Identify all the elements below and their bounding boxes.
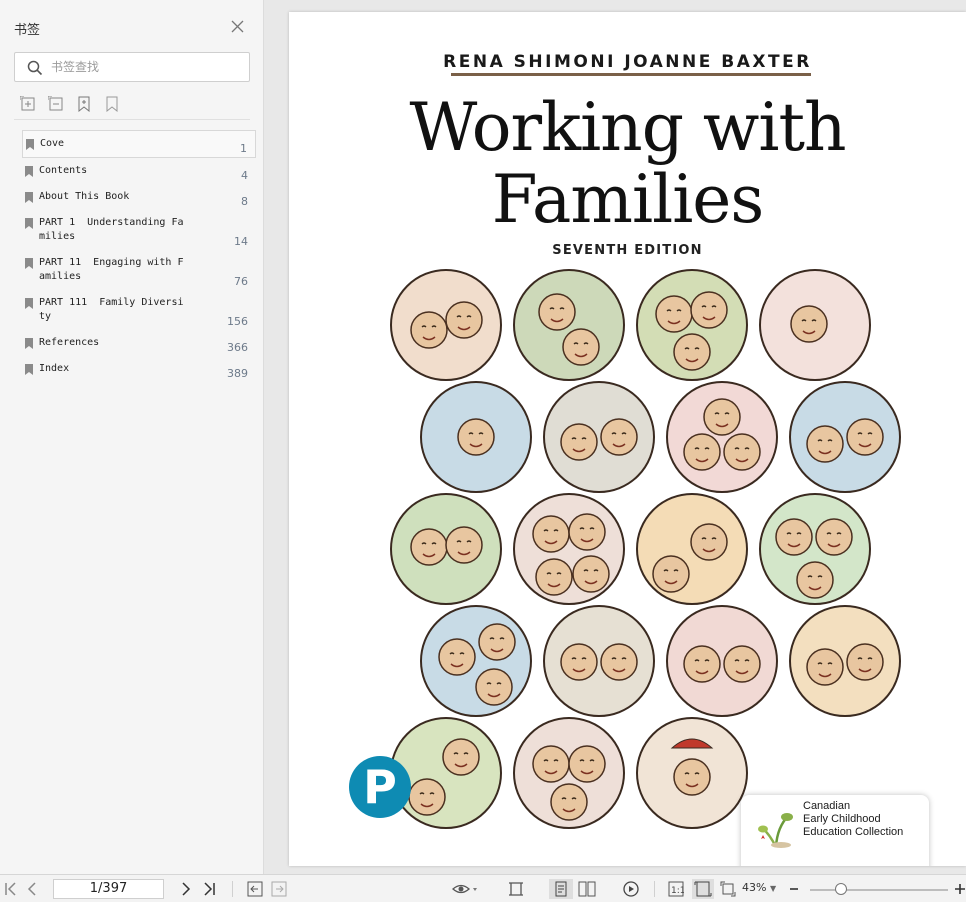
bookmark-icon: [25, 218, 33, 229]
portrait-circle: [666, 605, 778, 717]
zoom-slider-thumb[interactable]: [835, 883, 847, 895]
bookmark-item-about[interactable]: About This Book 8: [22, 184, 256, 210]
zoom-level: 43%: [742, 881, 767, 894]
add-bookmark-icon[interactable]: [76, 96, 92, 112]
zoom-level-select[interactable]: 43% ▼: [742, 881, 776, 894]
portrait-circle: [636, 717, 748, 829]
bookmark-list: Cove 1 Contents 4 About This Book 8 PART…: [22, 130, 256, 382]
bookmark-label: References: [39, 337, 100, 348]
maple-leaf-logo-icon: [758, 813, 793, 848]
back-history-icon[interactable]: [247, 881, 263, 897]
bookmark-icon: [25, 192, 33, 203]
bookmark-item-part1[interactable]: PART 1 Understanding Fa milies 14: [22, 210, 256, 250]
bookmark-item-index[interactable]: Index 389: [22, 356, 256, 382]
chevron-down-icon: ▼: [769, 884, 777, 893]
portrait-circle: [390, 269, 502, 381]
two-page-icon[interactable]: [578, 881, 596, 897]
bookmark-item-references[interactable]: References 366: [22, 330, 256, 356]
expand-all-icon[interactable]: [20, 96, 36, 112]
collection-badge: Canadian Early Childhood Education Colle…: [741, 795, 929, 866]
last-page-icon[interactable]: [202, 881, 216, 897]
single-page-icon[interactable]: [549, 879, 573, 899]
sidebar-title: 书签: [14, 23, 41, 38]
portrait-circle: [636, 493, 748, 605]
bookmark-label: Cove: [40, 138, 65, 149]
bookmark-page: 14: [234, 235, 248, 248]
bookmark-icon: [25, 166, 33, 177]
bookmark-item-part2[interactable]: PART 11 Engaging with F amilies 76: [22, 250, 256, 290]
zoom-slider-track[interactable]: [810, 889, 948, 891]
bookmark-item-cover[interactable]: Cove 1: [22, 130, 256, 158]
portrait-circle: [420, 381, 532, 493]
eye-protection-icon[interactable]: [452, 881, 478, 897]
close-icon[interactable]: [231, 20, 244, 33]
forward-history-icon[interactable]: [271, 881, 287, 897]
bookmark-search-box[interactable]: [14, 52, 250, 82]
bookmark-toolbar: [20, 96, 120, 112]
portrait-circle: [543, 605, 655, 717]
previous-page-icon[interactable]: [26, 881, 38, 897]
bookmark-label: Index: [39, 363, 70, 374]
bookmark-page: 389: [227, 367, 248, 380]
bookmark-label: PART 11 Engaging with F amilies: [39, 257, 184, 282]
portrait-circle: [390, 493, 502, 605]
portrait-circle: [759, 269, 871, 381]
collection-text: Canadian Early Childhood Education Colle…: [803, 800, 904, 838]
zoom-out-icon[interactable]: [788, 881, 800, 897]
portrait-circle: [789, 605, 901, 717]
bookmark-icon: [25, 338, 33, 349]
bottom-toolbar: 1/397 1:1 43% ▼: [0, 874, 966, 902]
delete-bookmark-icon[interactable]: [104, 96, 120, 112]
page-number-input[interactable]: 1/397: [53, 879, 164, 899]
bookmark-icon: [25, 298, 33, 309]
toolbar-divider: [232, 881, 233, 897]
actual-size-icon[interactable]: 1:1: [668, 881, 684, 897]
portrait-circle: [759, 493, 871, 605]
bookmark-page: 156: [227, 315, 248, 328]
fit-page-icon[interactable]: [692, 879, 714, 899]
toolbar-divider: [654, 881, 655, 897]
portrait-circle: [543, 381, 655, 493]
portrait-circle: [513, 717, 625, 829]
bookmark-page: 8: [241, 195, 248, 208]
bookmark-label: PART 111 Family Diversi ty: [39, 297, 184, 322]
bookmark-label: PART 1 Understanding Fa milies: [39, 217, 184, 242]
bookmark-icon: [25, 364, 33, 375]
bookmark-page: 76: [234, 275, 248, 288]
bookmark-search-input[interactable]: [51, 57, 241, 77]
bookmark-item-part3[interactable]: PART 111 Family Diversi ty 156: [22, 290, 256, 330]
continuous-scroll-icon[interactable]: [508, 881, 524, 897]
bookmark-page: 1: [240, 142, 247, 155]
divider: [14, 119, 250, 120]
portrait-circle: [420, 605, 532, 717]
portrait-circle: [636, 269, 748, 381]
bookmark-page: 366: [227, 341, 248, 354]
bookmark-page: 4: [241, 169, 248, 182]
portrait-circle: [513, 493, 625, 605]
bookmark-icon: [26, 139, 34, 150]
bookmark-label: Contents: [39, 165, 88, 176]
zoom-in-icon[interactable]: [954, 881, 966, 897]
play-icon[interactable]: [623, 881, 640, 897]
portrait-circle: [513, 269, 625, 381]
svg-text:1:1: 1:1: [671, 886, 684, 896]
cover-illustration: [390, 269, 901, 829]
search-icon: [27, 60, 43, 76]
portrait-circle: [666, 381, 778, 493]
bookmark-item-contents[interactable]: Contents 4: [22, 158, 256, 184]
publisher-logo: P: [349, 756, 411, 818]
first-page-icon[interactable]: [4, 881, 18, 897]
bookmark-label: About This Book: [39, 191, 130, 202]
document-page: RENA SHIMONI JOANNE BAXTER Working with …: [289, 12, 966, 866]
fit-width-icon[interactable]: [720, 881, 736, 897]
portrait-circle: [789, 381, 901, 493]
collapse-all-icon[interactable]: [48, 96, 64, 112]
bookmark-sidebar: 书签 Cove 1: [0, 0, 264, 874]
bookmark-icon: [25, 258, 33, 269]
next-page-icon[interactable]: [180, 881, 192, 897]
